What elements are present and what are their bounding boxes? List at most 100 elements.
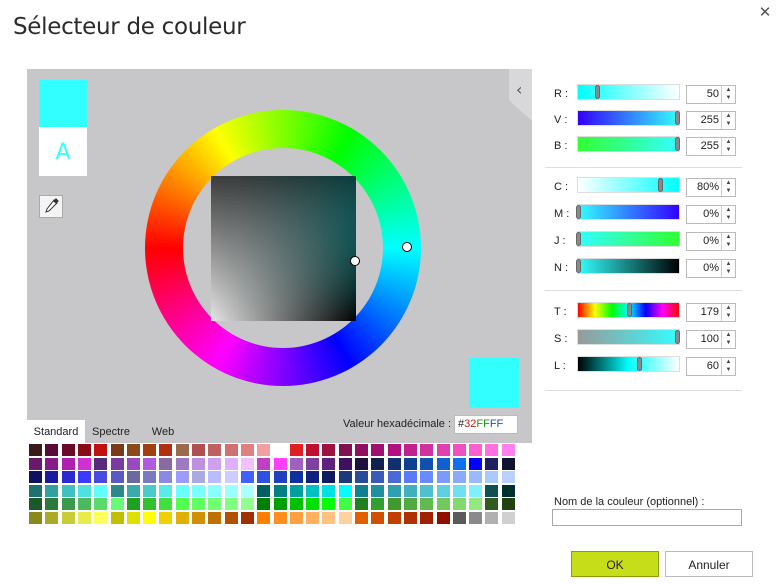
palette-swatch[interactable] (61, 484, 75, 497)
palette-swatch[interactable] (257, 471, 271, 483)
palette-swatch[interactable] (452, 471, 466, 483)
palette-swatch[interactable] (159, 484, 173, 497)
l-slider[interactable] (577, 356, 680, 372)
b-slider[interactable] (577, 136, 680, 152)
tab-spectre[interactable]: Spectre (85, 420, 137, 443)
palette-swatch[interactable] (110, 444, 124, 456)
palette-swatch[interactable] (436, 444, 450, 456)
palette-swatch[interactable] (240, 484, 254, 497)
palette-swatch[interactable] (126, 471, 140, 483)
palette-swatch[interactable] (355, 498, 368, 510)
v-spinbox[interactable]: 255 ▲ ▼ (686, 111, 736, 130)
ok-button[interactable]: OK (571, 551, 659, 577)
m-slider-thumb[interactable] (576, 205, 581, 219)
palette-swatch[interactable] (371, 471, 385, 483)
palette-swatch[interactable] (485, 498, 499, 510)
palette-swatch[interactable] (387, 457, 401, 470)
palette-swatch[interactable] (77, 498, 91, 510)
palette-swatch[interactable] (126, 457, 140, 470)
palette-swatch[interactable] (257, 457, 271, 470)
palette-swatch[interactable] (469, 444, 483, 456)
palette-swatch[interactable] (29, 444, 42, 456)
palette-swatch[interactable] (240, 444, 254, 456)
palette-swatch[interactable] (273, 444, 287, 456)
palette-swatch[interactable] (501, 471, 515, 483)
r-slider[interactable] (577, 84, 680, 100)
palette-swatch[interactable] (273, 498, 287, 510)
palette-swatch[interactable] (208, 498, 222, 510)
palette-swatch[interactable] (45, 457, 59, 470)
tab-standard[interactable]: Standard (27, 420, 85, 443)
palette-swatch[interactable] (306, 511, 320, 524)
palette-swatch[interactable] (306, 444, 320, 456)
palette-swatch[interactable] (322, 471, 336, 483)
palette-swatch[interactable] (192, 484, 205, 497)
palette-swatch[interactable] (387, 484, 401, 497)
palette-swatch[interactable] (306, 457, 320, 470)
palette-swatch[interactable] (501, 511, 515, 524)
palette-swatch[interactable] (420, 471, 434, 483)
palette-swatch[interactable] (403, 511, 417, 524)
palette-swatch[interactable] (452, 457, 466, 470)
palette-swatch[interactable] (45, 471, 59, 483)
palette-swatch[interactable] (257, 498, 271, 510)
palette-swatch[interactable] (159, 457, 173, 470)
palette-swatch[interactable] (94, 498, 108, 510)
palette-swatch[interactable] (403, 457, 417, 470)
t-spin-arrows[interactable]: ▲ ▼ (721, 304, 735, 321)
palette-swatch[interactable] (159, 498, 173, 510)
palette-swatch[interactable] (403, 498, 417, 510)
palette-swatch[interactable] (338, 498, 352, 510)
palette-swatch[interactable] (387, 444, 401, 456)
palette-swatch[interactable] (126, 498, 140, 510)
palette-swatch[interactable] (45, 444, 59, 456)
palette-swatch[interactable] (501, 457, 515, 470)
t-slider-thumb[interactable] (627, 303, 632, 317)
s-spinbox[interactable]: 100 ▲ ▼ (686, 330, 736, 349)
close-icon[interactable]: ✕ (756, 4, 774, 22)
palette-swatch[interactable] (77, 444, 91, 456)
palette-swatch[interactable] (469, 511, 483, 524)
m-spin-arrows[interactable]: ▲ ▼ (721, 206, 735, 223)
palette-swatch[interactable] (175, 471, 189, 483)
palette-swatch[interactable] (29, 498, 42, 510)
palette-swatch[interactable] (143, 511, 157, 524)
palette-swatch[interactable] (192, 457, 205, 470)
palette-swatch[interactable] (192, 511, 205, 524)
palette-swatch[interactable] (469, 471, 483, 483)
b-spin-arrows[interactable]: ▲ ▼ (721, 138, 735, 155)
palette-swatch[interactable] (77, 457, 91, 470)
palette-swatch[interactable] (224, 444, 238, 456)
palette-swatch[interactable] (143, 471, 157, 483)
palette-swatch[interactable] (436, 471, 450, 483)
c-slider[interactable] (577, 177, 680, 193)
palette-swatch[interactable] (159, 444, 173, 456)
palette-swatch[interactable] (29, 471, 42, 483)
palette-swatch[interactable] (420, 511, 434, 524)
palette-swatch[interactable] (257, 511, 271, 524)
palette-swatch[interactable] (61, 498, 75, 510)
c-slider-thumb[interactable] (658, 178, 663, 192)
palette-swatch[interactable] (143, 498, 157, 510)
palette-swatch[interactable] (143, 484, 157, 497)
palette-swatch[interactable] (126, 484, 140, 497)
palette-swatch[interactable] (175, 457, 189, 470)
palette-swatch[interactable] (501, 444, 515, 456)
palette-swatch[interactable] (110, 471, 124, 483)
palette-swatch[interactable] (371, 498, 385, 510)
palette-swatch[interactable] (94, 511, 108, 524)
palette-swatch[interactable] (485, 444, 499, 456)
n-spinbox[interactable]: 0% ▲ ▼ (686, 259, 736, 278)
palette-swatch[interactable] (257, 444, 271, 456)
palette-swatch[interactable] (355, 444, 368, 456)
sl-cursor[interactable] (350, 256, 360, 266)
palette-swatch[interactable] (61, 471, 75, 483)
palette-swatch[interactable] (143, 457, 157, 470)
palette-swatch[interactable] (110, 498, 124, 510)
r-spin-arrows[interactable]: ▲ ▼ (721, 86, 735, 103)
palette-swatch[interactable] (371, 444, 385, 456)
palette-swatch[interactable] (322, 498, 336, 510)
palette-swatch[interactable] (289, 511, 303, 524)
palette-swatch[interactable] (338, 511, 352, 524)
palette-swatch[interactable] (420, 457, 434, 470)
